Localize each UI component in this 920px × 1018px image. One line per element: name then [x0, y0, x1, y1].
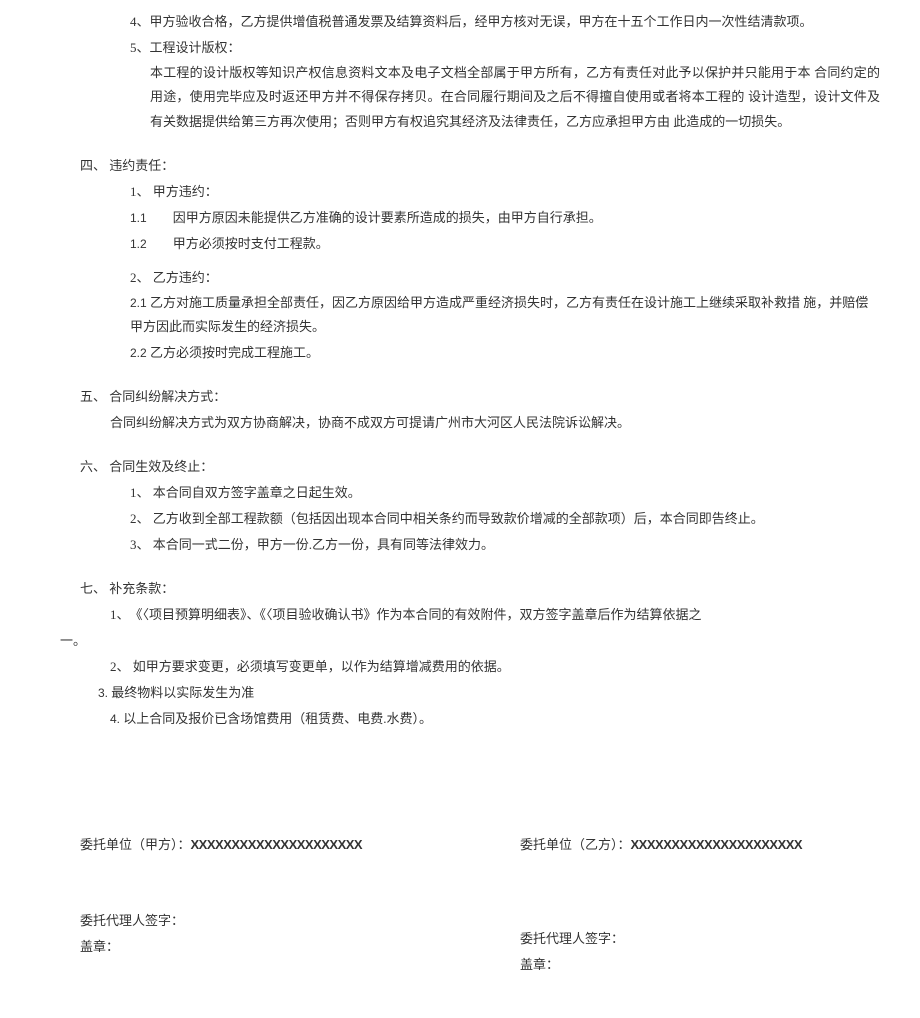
s4-yi-21: 2.1 乙方对施工质量承担全部责任，因乙方原因给甲方造成严重经济损失时，乙方有责…	[40, 291, 880, 340]
s6-l2: 2、 乙方收到全部工程款额（包括因出现本合同中相关条约而导致款价增减的全部款项）…	[40, 506, 880, 532]
s7-l3: 3. 3. 最终物料以实际发生为准最终物料以实际发生为准	[40, 680, 880, 706]
s7-l2: 2、 如甲方要求变更，必须填写变更单，以作为结算增减费用的依据。	[40, 654, 880, 680]
sig-jia-agent: 委托代理人签字： 盖章：	[80, 908, 440, 978]
s7-l4: 4. 以上合同及报价已含场馆费用（租赁费、电费.水费）。	[40, 706, 880, 732]
s7-l1b: 一。	[40, 628, 880, 654]
section-5-title: 五、 合同纠纷解决方式：	[40, 384, 880, 410]
s4-jia-label: 1、 甲方违约：	[40, 179, 880, 205]
sig-jia: 委托单位（甲方）：XXXXXXXXXXXXXXXXXXXXX	[80, 832, 440, 858]
signature-row-agents: 委托代理人签字： 盖章： 委托代理人签字： 盖章：	[40, 908, 880, 978]
item-5-body: 本工程的设计版权等知识产权信息资料文本及电子文档全部属于甲方所有，乙方有责任对此…	[40, 61, 880, 135]
s4-yi-label: 2、 乙方违约：	[40, 265, 880, 291]
section-7-title: 七、 补充条款：	[40, 576, 880, 602]
sig-yi-agent: 委托代理人签字： 盖章：	[520, 908, 880, 978]
s7-l1a: 1、 《〈项目预算明细表》、《〈项目验收确认书》作为本合同的有效附件，双方签字盖…	[40, 602, 880, 628]
s4-jia-11: 1.1 因甲方原因未能提供乙方准确的设计要素所造成的损失，由甲方自行承担。	[40, 205, 880, 231]
s6-l3: 3、 本合同一式二份，甲方一份.乙方一份，具有同等法律效力。	[40, 532, 880, 558]
sig-yi: 委托单位（乙方）：XXXXXXXXXXXXXXXXXXXXX	[520, 832, 880, 858]
section-5-body: 合同纠纷解决方式为双方协商解决，协商不成双方可提请广州市大河区人民法院诉讼解决。	[40, 410, 880, 436]
s4-jia-12: 1.2 甲方必须按时支付工程款。	[40, 231, 880, 257]
section-6-title: 六、 合同生效及终止：	[40, 454, 880, 480]
s4-yi-22: 2.2 乙方必须按时完成工程施工。	[40, 340, 880, 366]
signature-row-units: 委托单位（甲方）：XXXXXXXXXXXXXXXXXXXXX 委托单位（乙方）：…	[40, 832, 880, 858]
item-5-label: 5、工程设计版权：	[40, 35, 880, 61]
item-4: 4、甲方验收合格，乙方提供增值税普通发票及结算资料后，经甲方核对无误，甲方在十五…	[40, 10, 880, 35]
section-4-title: 四、 违约责任：	[40, 153, 880, 179]
s6-l1: 1、 本合同自双方签字盖章之日起生效。	[40, 480, 880, 506]
